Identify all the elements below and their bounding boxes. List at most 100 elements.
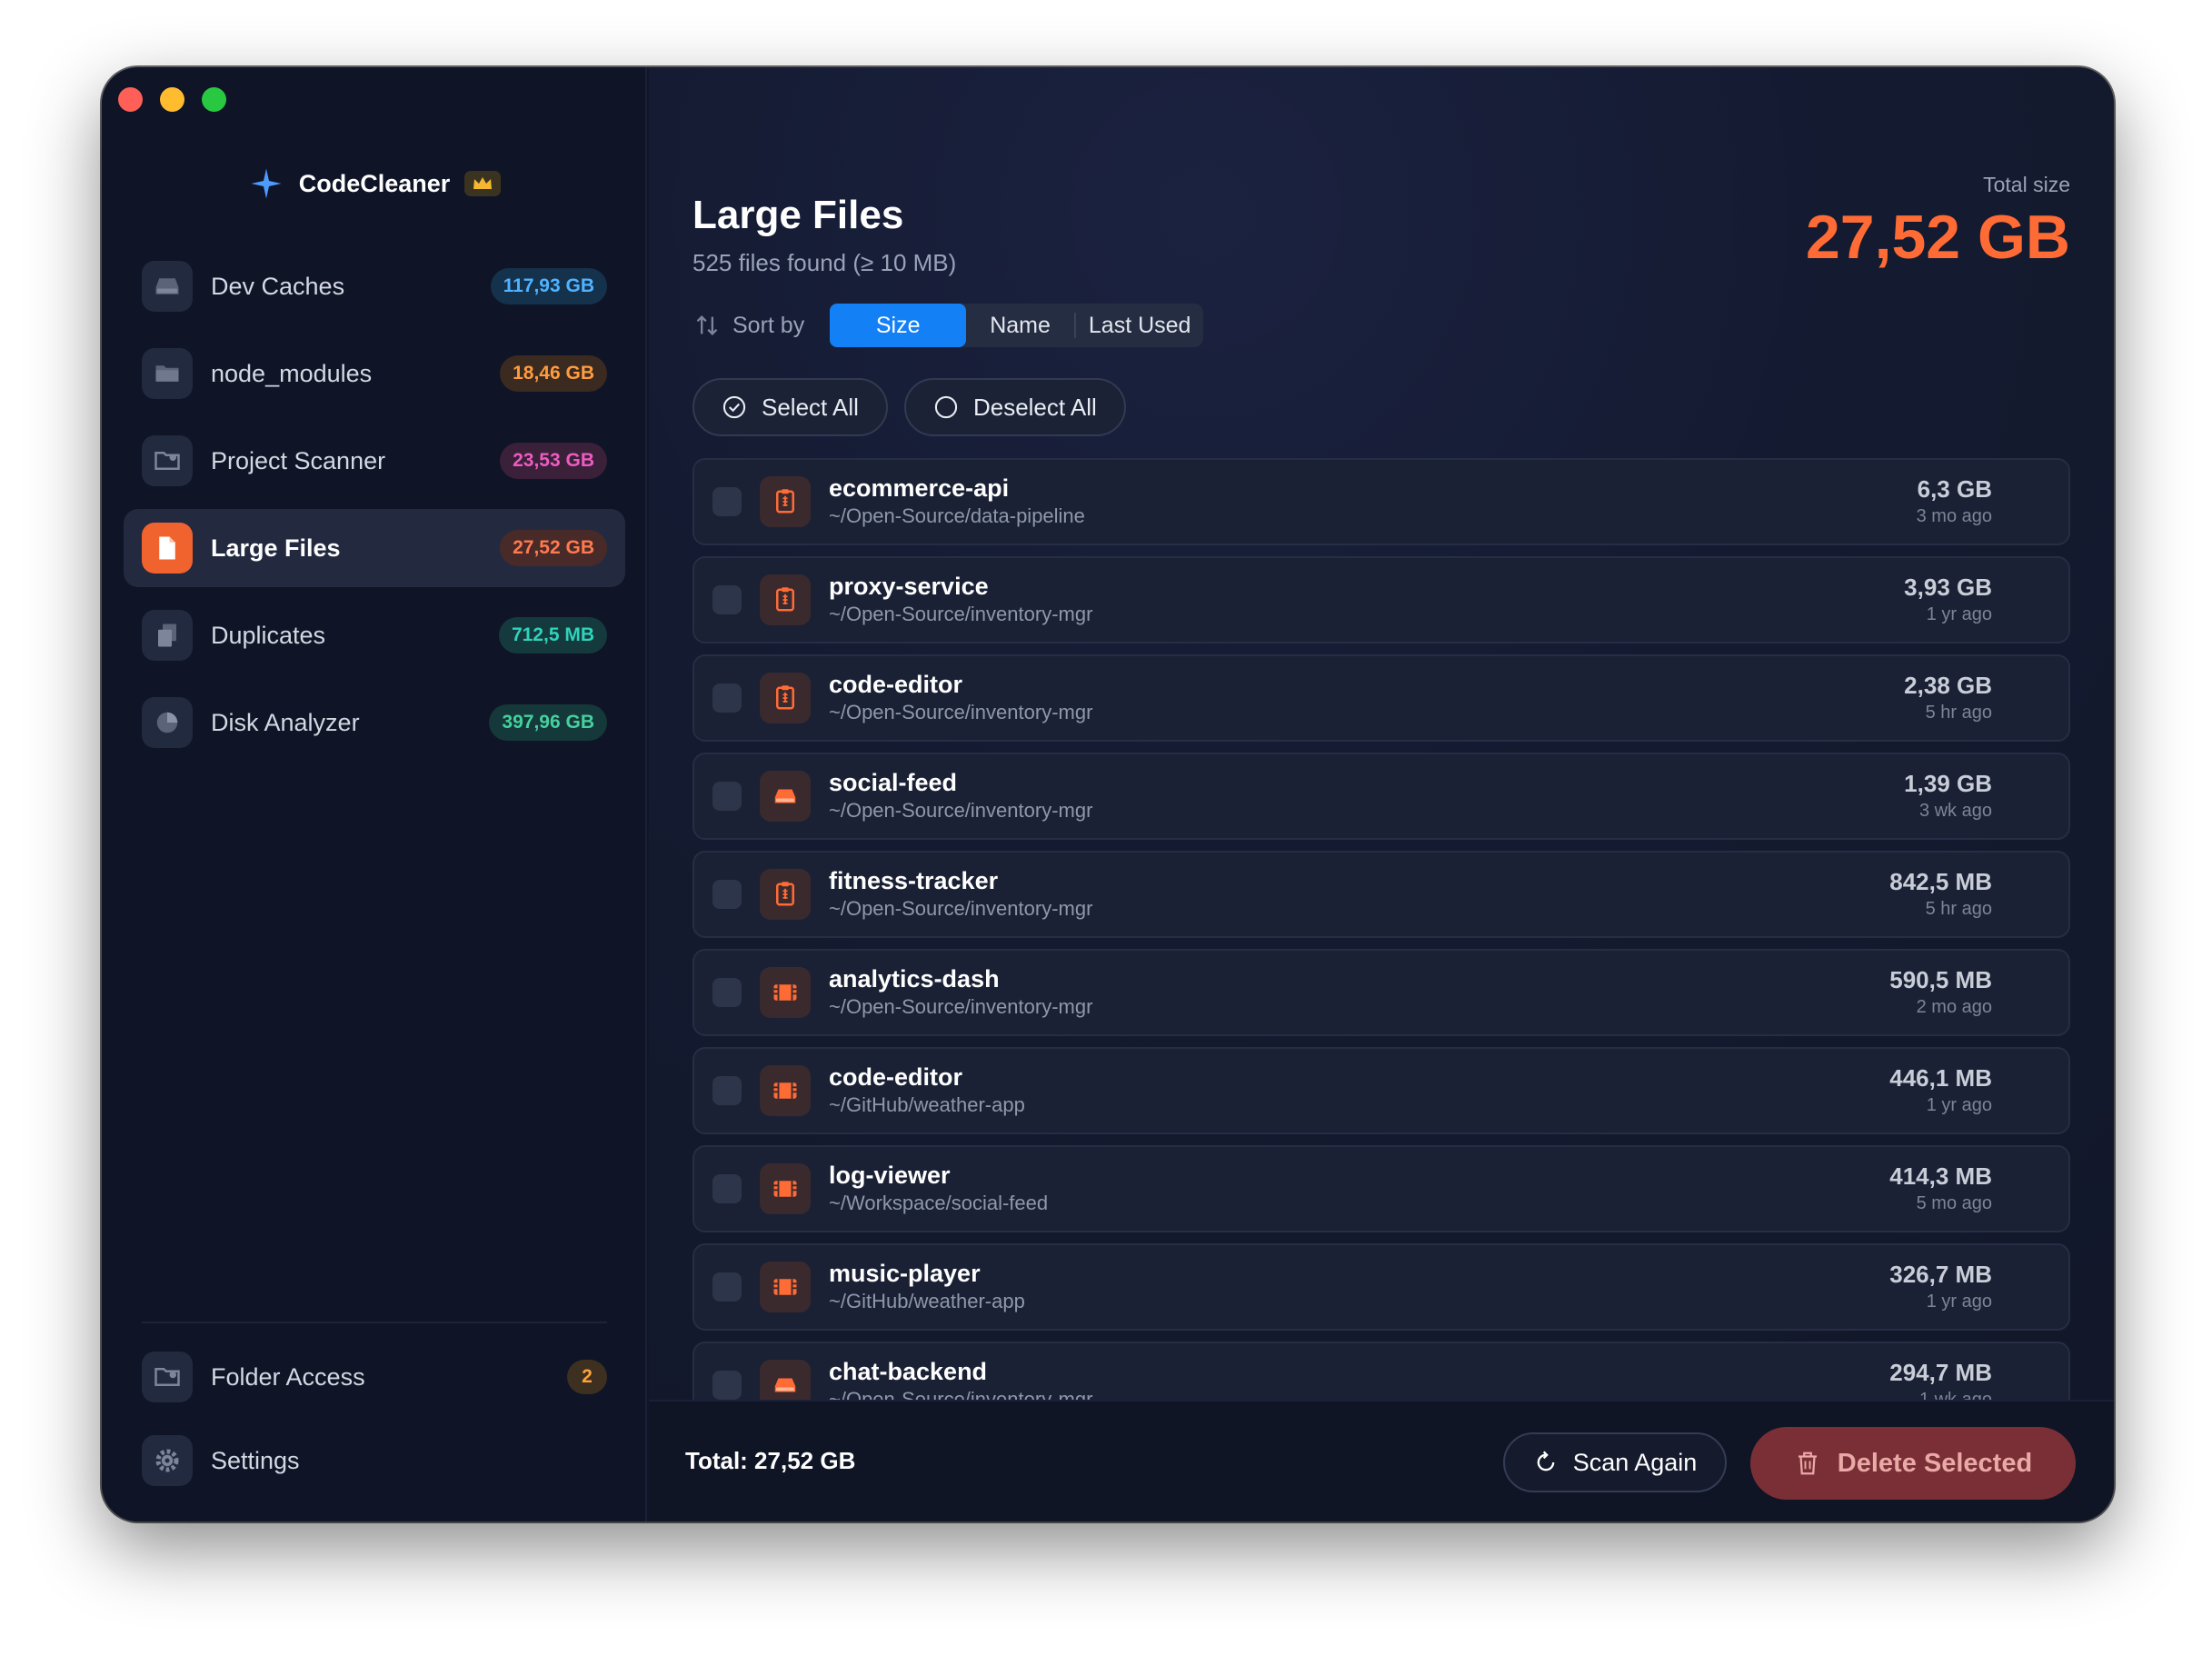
sidebar-item-label: Dev Caches [211,272,345,300]
file-meta: 590,5 MB 2 mo ago [1889,965,1992,1020]
file-info: ecommerce-api ~/Open-Source/data-pipelin… [829,474,1917,530]
close-window-button[interactable] [118,87,143,112]
window-controls [118,87,226,112]
file-checkbox[interactable] [712,683,742,713]
video-icon [760,967,811,1018]
delete-selected-label: Delete Selected [1837,1448,2033,1478]
file-path: ~/Open-Source/inventory-mgr [829,603,1093,625]
file-name: code-editor [829,671,963,698]
file-path: ~/Open-Source/data-pipeline [829,504,1085,527]
sort-option-name[interactable]: Name [966,304,1074,347]
size-badge: 18,46 GB [500,355,607,392]
list-item[interactable]: social-feed ~/Open-Source/inventory-mgr … [692,753,2070,840]
deselect-all-button[interactable]: Deselect All [903,378,1126,436]
minimize-window-button[interactable] [160,87,184,112]
file-list[interactable]: ecommerce-api ~/Open-Source/data-pipelin… [692,458,2070,1471]
file-name: proxy-service [829,573,989,600]
file-last-used: 3 wk ago [1918,801,1992,821]
sidebar-item-label: Settings [211,1446,300,1474]
file-last-used: 1 yr ago [1926,1095,1992,1115]
selection-controls: Select All Deselect All [692,378,1126,436]
folder-search-icon [142,435,193,486]
sparkle-icon [248,165,284,202]
sort-arrows-icon [692,311,722,340]
select-all-button[interactable]: Select All [692,378,888,436]
list-item[interactable]: ecommerce-api ~/Open-Source/data-pipelin… [692,458,2070,545]
count-badge: 2 [567,1360,607,1394]
file-checkbox[interactable] [712,978,742,1007]
files-found-count: 525 files found (≥ 10 MB) [692,249,957,276]
file-info: log-viewer ~/Workspace/social-feed [829,1161,1889,1217]
list-item[interactable]: log-viewer ~/Workspace/social-feed 414,3… [692,1145,2070,1232]
list-item[interactable]: fitness-tracker ~/Open-Source/inventory-… [692,851,2070,938]
file-name: social-feed [829,769,958,796]
list-item[interactable]: code-editor ~/GitHub/weather-app 446,1 M… [692,1047,2070,1134]
file-size: 294,7 MB [1889,1359,1992,1386]
video-icon [760,1262,811,1312]
footer-total: Total: 27,52 GB [685,1447,856,1474]
file-meta: 6,3 GB 3 mo ago [1917,474,1992,529]
file-checkbox[interactable] [712,1371,742,1400]
sidebar-item-label: Duplicates [211,621,326,649]
sort-option-size[interactable]: Size [830,304,967,347]
list-item[interactable]: code-editor ~/Open-Source/inventory-mgr … [692,654,2070,742]
sidebar-item-disk-analyzer[interactable]: Disk Analyzer 397,96 GB [124,683,625,762]
list-item[interactable]: proxy-service ~/Open-Source/inventory-mg… [692,556,2070,643]
scan-again-label: Scan Again [1572,1448,1698,1476]
file-checkbox[interactable] [712,487,742,516]
checkmark-circle-icon [722,395,746,419]
app-name: CodeCleaner [298,169,451,197]
file-checkbox[interactable] [712,1076,742,1105]
delete-selected-button[interactable]: Delete Selected [1750,1427,2076,1500]
sidebar-item-large-files[interactable]: Large Files 27,52 GB [124,509,625,587]
file-meta: 414,3 MB 5 mo ago [1889,1162,1992,1216]
list-item[interactable]: analytics-dash ~/Open-Source/inventory-m… [692,949,2070,1036]
file-name: fitness-tracker [829,867,999,894]
zip-icon [760,869,811,920]
folder-gear-icon [142,1352,193,1402]
file-info: code-editor ~/GitHub/weather-app [829,1062,1889,1119]
deselect-all-label: Deselect All [972,393,1097,421]
sort-segmented-control: Size Name Last Used [830,304,1204,347]
zoom-window-button[interactable] [202,87,226,112]
file-path: ~/GitHub/weather-app [829,1093,1025,1116]
select-all-label: Select All [762,393,859,421]
file-meta: 842,5 MB 5 hr ago [1889,867,1992,922]
sidebar-item-label: Project Scanner [211,446,386,474]
file-size: 2,38 GB [1904,672,1992,699]
file-checkbox[interactable] [712,1272,742,1302]
file-checkbox[interactable] [712,782,742,811]
file-info: fitness-tracker ~/Open-Source/inventory-… [829,866,1889,923]
sidebar-item-project-scanner[interactable]: Project Scanner 23,53 GB [124,422,625,500]
list-item[interactable]: music-player ~/GitHub/weather-app 326,7 … [692,1243,2070,1331]
file-meta: 326,7 MB 1 yr ago [1889,1260,1992,1314]
size-badge: 712,5 MB [498,617,607,653]
gear-icon [142,1435,193,1486]
sidebar-bottom: Folder Access 2 Settings [124,1338,625,1505]
file-meta: 3,93 GB 1 yr ago [1904,573,1992,627]
sidebar-nav: Dev Caches 117,93 GB node_modules 18,46 … [124,247,625,771]
sidebar-item-folder-access[interactable]: Folder Access 2 [124,1338,625,1416]
pie-chart-icon [142,697,193,748]
file-size: 842,5 MB [1889,868,1992,895]
sidebar-item-settings[interactable]: Settings [124,1422,625,1500]
footer-bar: Total: 27,52 GB Scan Again Delete Select… [649,1400,2114,1521]
crown-icon [464,171,502,196]
main-content: Large Files 525 files found (≥ 10 MB) To… [649,67,2114,1521]
file-checkbox[interactable] [712,1174,742,1203]
file-last-used: 3 mo ago [1916,506,1992,526]
file-last-used: 5 mo ago [1916,1193,1992,1213]
empty-circle-icon [934,395,958,419]
sort-option-last-used[interactable]: Last Used [1076,304,1204,347]
sidebar: CodeCleaner Dev Caches 117,93 GB node_mo… [102,67,647,1521]
size-badge: 23,53 GB [500,443,607,479]
file-info: analytics-dash ~/Open-Source/inventory-m… [829,964,1889,1021]
file-checkbox[interactable] [712,880,742,909]
file-checkbox[interactable] [712,585,742,614]
sidebar-item-dev-caches[interactable]: Dev Caches 117,93 GB [124,247,625,325]
file-meta: 2,38 GB 5 hr ago [1904,671,1992,725]
trash-icon [1798,1451,1817,1475]
sidebar-item-duplicates[interactable]: Duplicates 712,5 MB [124,596,625,674]
sidebar-item-node-modules[interactable]: node_modules 18,46 GB [124,334,625,413]
scan-again-button[interactable]: Scan Again [1503,1432,1727,1492]
